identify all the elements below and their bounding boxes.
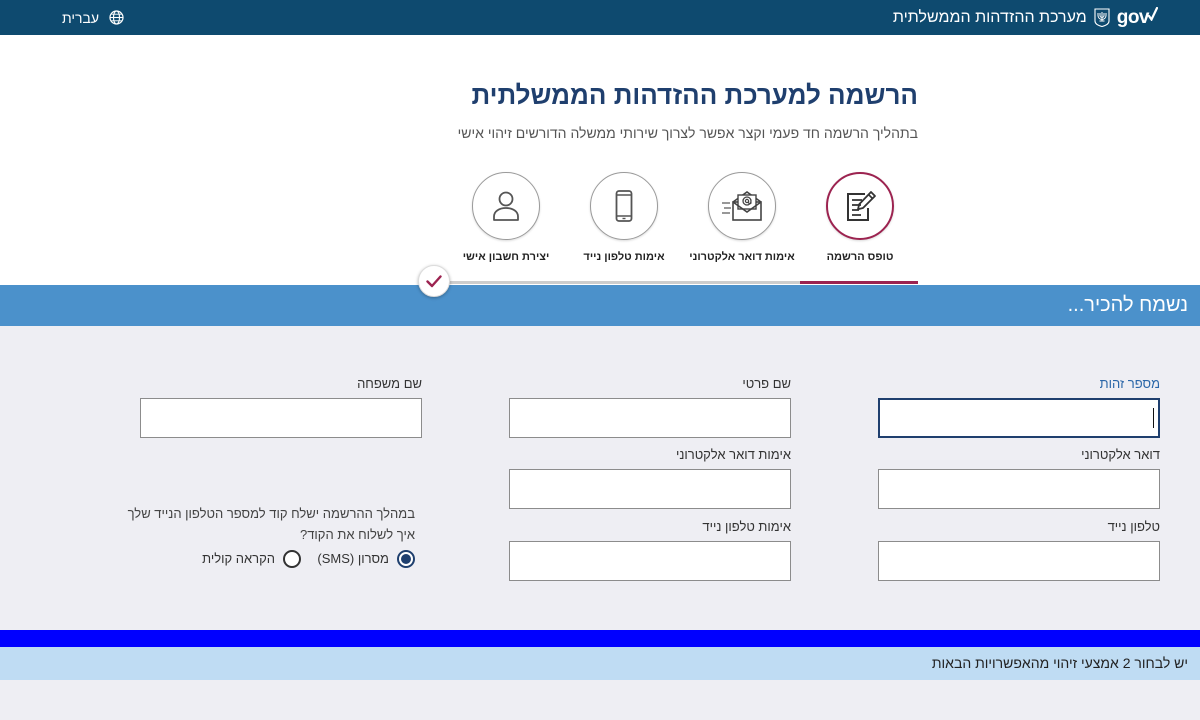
registration-form: מספר זהות שם פרטי שם משפחה דואר אלקטרוני [0,326,1200,630]
email-input[interactable] [878,469,1160,509]
last-name-input[interactable] [140,398,422,438]
email-confirm-input[interactable] [509,469,791,509]
email-input-wrap [878,469,1160,509]
email-confirm-label: אימות דואר אלקטרוני [675,447,791,462]
page-subtitle: בתהליך הרשמה חד פעמי וקצר אפשר לצרוך שיר… [457,125,918,141]
mobile-confirm-input[interactable] [509,541,791,581]
user-account-icon [493,191,519,221]
email-field: דואר אלקטרוני [878,447,1160,509]
id-number-input-wrap [878,398,1160,438]
mobile-label: טלפון נייד [1107,519,1160,534]
info-banner: יש לבחור 2 אמצעי זיהוי מהאפשרויות הבאות [0,647,1200,680]
step-circle [590,172,658,240]
radio-button[interactable] [283,550,301,568]
mobile-field: טלפון נייד [878,519,1160,581]
language-label: עברית [62,9,100,26]
top-bar: gov מערכת ההזדהות הממשלתית עברית [0,0,1200,35]
section-title: נשמח להכיר... [1067,294,1188,316]
focus-highlight-bar [0,630,1200,647]
id-number-field: מספר זהות [878,376,1160,438]
first-name-field: שם פרטי [509,376,791,438]
radio-label: הקראה קולית [202,551,275,566]
radio-label: מסרון (SMS) [317,551,389,566]
code-delivery-group: במהלך ההרשמה ישלח קוד למספר הטלפון הנייד… [115,506,415,570]
language-switcher[interactable]: עברית [62,0,124,35]
wizard-step-email-verification: אימות דואר אלקטרוני [683,172,801,272]
radio-dot [401,554,411,564]
info-banner-text: יש לבחור 2 אמצעי זיהוי מהאפשרויות הבאות [931,655,1188,671]
form-edit-icon [847,191,876,221]
wizard-progress-track [420,281,918,284]
wizard-progress-fill [800,281,918,284]
email-verify-icon [722,191,762,221]
progress-end-marker [418,265,450,297]
step-label: טופס הרשמה [826,251,894,263]
wizard-step-registration-form: טופס הרשמה [801,172,919,272]
last-name-label: שם משפחה [357,376,422,391]
gov-logo[interactable]: gov [1116,6,1158,29]
step-circle [472,172,540,240]
id-number-label: מספר זהות [1099,376,1160,391]
last-name-input-wrap [140,398,422,438]
page-bottom-area [0,680,1200,720]
section-banner: נשמח להכיר... [0,285,1200,326]
step-circle [826,172,894,240]
first-name-label: שם פרטי [742,376,791,391]
code-delivery-question: איך לשלוח את הקוד? [300,527,415,542]
gov-check-icon [1148,6,1158,21]
wizard-step-mobile-verification: אימות טלפון נייד [565,172,683,272]
step-circle [708,172,776,240]
first-name-input[interactable] [509,398,791,438]
system-name: מערכת ההזדהות הממשלתית [892,8,1087,26]
brand: gov מערכת ההזדהות הממשלתית [893,0,1158,35]
step-label: יצירת חשבון אישי [462,251,550,263]
email-label: דואר אלקטרוני [1081,447,1160,462]
gov-logo-text: gov [1116,6,1150,28]
mobile-confirm-field: אימות טלפון נייד [509,519,791,581]
email-confirm-input-wrap [509,469,791,509]
mobile-confirm-input-wrap [509,541,791,581]
last-name-field: שם משפחה [140,376,422,438]
email-confirm-field: אימות דואר אלקטרוני [509,447,791,509]
mobile-confirm-label: אימות טלפון נייד [702,519,791,534]
radio-button[interactable] [397,550,415,568]
step-label: אימות טלפון נייד [583,251,665,263]
state-emblem-icon [1094,8,1110,27]
mobile-input[interactable] [878,541,1160,581]
intro-section: הרשמה למערכת ההזדהות הממשלתית בתהליך הרש… [0,35,1200,297]
id-number-input[interactable] [878,398,1160,438]
mobile-input-wrap [878,541,1160,581]
radio-option-sms[interactable]: מסרון (SMS) [317,549,415,569]
radio-option-voice-call[interactable]: הקראה קולית [202,549,301,569]
step-label: אימות דואר אלקטרוני [689,251,795,263]
globe-icon [109,10,124,25]
code-delivery-note: במהלך ההרשמה ישלח קוד למספר הטלפון הנייד… [127,506,415,521]
text-cursor [1152,408,1154,428]
first-name-input-wrap [509,398,791,438]
page: gov מערכת ההזדהות הממשלתית עברית הרשמה ל… [0,0,1200,720]
checkmark-icon [426,274,442,287]
page-title: הרשמה למערכת ההזדהות הממשלתית [471,80,919,110]
wizard-step-create-account: יצירת חשבון אישי [447,172,565,272]
mobile-phone-icon [615,190,633,222]
